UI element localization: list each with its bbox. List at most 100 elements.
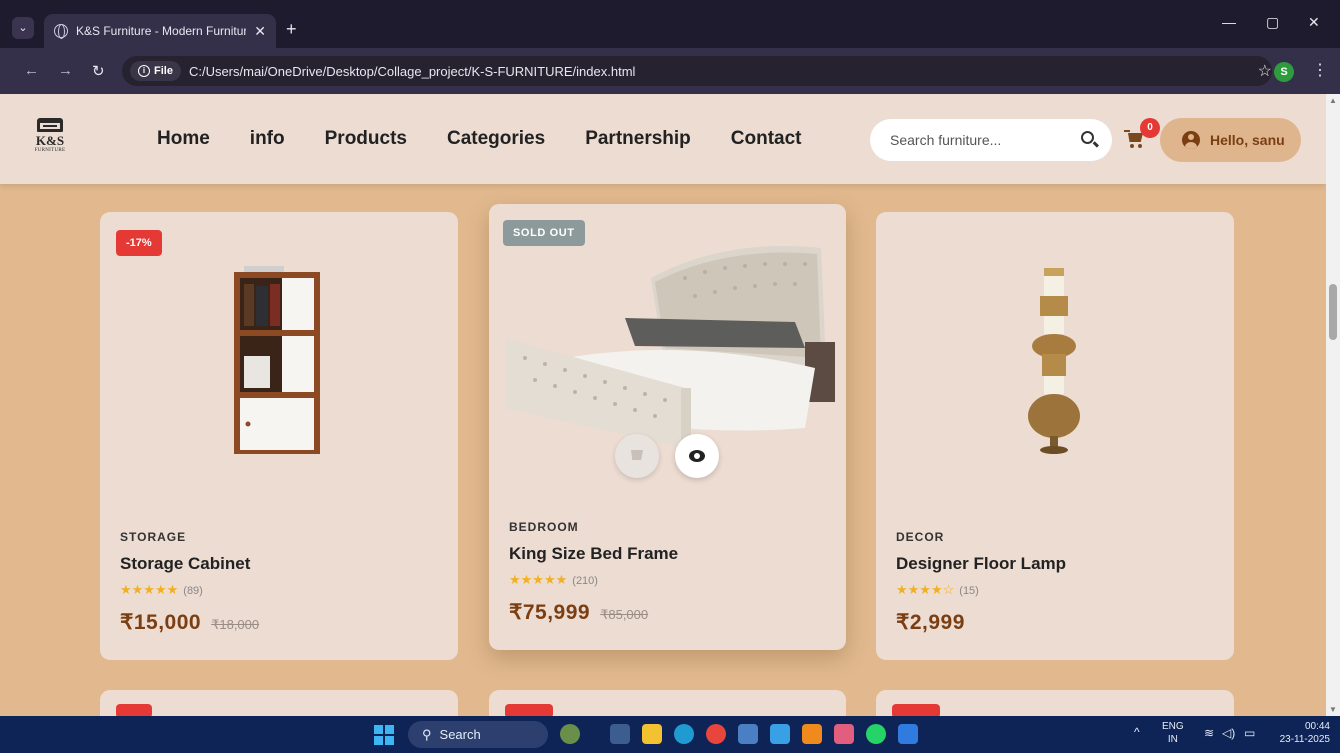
- discount-badge: -17%: [116, 230, 162, 256]
- file-explorer-icon[interactable]: [642, 724, 662, 744]
- forward-arrow-icon[interactable]: →: [58, 62, 73, 79]
- price-row: ₹2,999: [896, 610, 965, 635]
- product-name[interactable]: King Size Bed Frame: [509, 544, 678, 564]
- taskbar-search[interactable]: ⚲ Search: [408, 721, 548, 748]
- product-card-designer-floor-lamp[interactable]: DECOR Designer Floor Lamp ★★★★☆ (15) ₹2,9…: [876, 212, 1234, 660]
- search-icon: ⚲: [422, 726, 432, 742]
- quick-view-button[interactable]: [675, 434, 719, 478]
- user-greeting: Hello, sanu: [1210, 132, 1285, 148]
- user-account-button[interactable]: Hello, sanu: [1160, 118, 1301, 162]
- search-input[interactable]: [890, 132, 1070, 148]
- back-arrow-icon[interactable]: ←: [24, 62, 39, 79]
- review-count: (15): [959, 585, 979, 597]
- profile-avatar[interactable]: S: [1274, 62, 1294, 82]
- current-price: ₹2,999: [896, 611, 965, 634]
- app-icon[interactable]: [738, 724, 758, 744]
- discount-badge: [892, 704, 940, 716]
- globe-icon: [54, 24, 68, 39]
- storage-cabinet-image: [234, 266, 320, 454]
- product-name[interactable]: Storage Cabinet: [120, 554, 250, 574]
- wifi-icon[interactable]: ≋: [1204, 727, 1214, 740]
- price-row: ₹75,999 ₹85,000: [509, 600, 648, 625]
- bookmark-star-icon[interactable]: ☆: [1258, 61, 1272, 81]
- current-price: ₹75,999: [509, 601, 591, 624]
- tab-search-dropdown-button[interactable]: ⌄: [12, 17, 34, 39]
- review-count: (89): [183, 585, 203, 597]
- taskbar-search-label: Search: [439, 727, 481, 742]
- battery-icon[interactable]: ▭: [1244, 727, 1255, 740]
- date-text: 23-11-2025: [1279, 734, 1330, 745]
- search-icon[interactable]: [1081, 131, 1094, 144]
- product-card-next-row[interactable]: [489, 690, 846, 716]
- review-count: (210): [572, 575, 598, 587]
- add-to-cart-button[interactable]: [615, 434, 659, 478]
- nav-info[interactable]: info: [250, 128, 285, 150]
- whatsapp-icon[interactable]: [866, 724, 886, 744]
- scroll-down-arrow-icon[interactable]: ▼: [1329, 705, 1337, 714]
- region-code: IN: [1167, 734, 1178, 745]
- app-icon[interactable]: [834, 724, 854, 744]
- close-window-button[interactable]: ✕: [1308, 14, 1320, 31]
- terminal-icon[interactable]: [610, 724, 630, 744]
- site-info-chip[interactable]: i File: [130, 61, 181, 81]
- edge-icon[interactable]: [674, 724, 694, 744]
- product-card-storage-cabinet[interactable]: -17% STORAGE Storage Cabinet ★★★★★ (89) ₹…: [100, 212, 458, 660]
- page-scrollbar[interactable]: ▲ ▼: [1326, 94, 1340, 716]
- reload-icon[interactable]: ↻: [92, 62, 105, 80]
- scroll-up-arrow-icon[interactable]: ▲: [1329, 96, 1337, 105]
- nav-contact[interactable]: Contact: [731, 128, 802, 150]
- cart-icon: [631, 450, 643, 460]
- product-category: DECOR: [896, 530, 945, 544]
- url-text[interactable]: C:/Users/mai/OneDrive/Desktop/Collage_pr…: [189, 64, 635, 79]
- star-icons: ★★★★★: [509, 572, 568, 587]
- discount-badge: [116, 704, 152, 716]
- rating-stars: ★★★★★ (89): [120, 582, 203, 598]
- minimize-button[interactable]: —: [1222, 14, 1236, 30]
- eye-icon: [689, 450, 705, 462]
- scrollbar-thumb[interactable]: [1329, 284, 1337, 340]
- site-logo[interactable]: K&S FURNITURE: [30, 118, 70, 153]
- nav-products[interactable]: Products: [325, 128, 407, 150]
- product-card-next-row[interactable]: [876, 690, 1234, 716]
- tab-close-button[interactable]: ✕: [254, 23, 266, 40]
- cart-count-badge: 0: [1140, 118, 1160, 138]
- main-nav: Home info Products Categories Partnershi…: [157, 128, 802, 150]
- logo-subtext: FURNITURE: [34, 148, 66, 153]
- browser-tabbar: ⌄ K&S Furniture - Modern Furniture ✕ + —…: [0, 0, 1340, 48]
- nav-partnership[interactable]: Partnership: [585, 128, 691, 150]
- product-name[interactable]: Designer Floor Lamp: [896, 554, 1066, 574]
- restore-button[interactable]: ▢: [1266, 14, 1279, 31]
- product-card-next-row[interactable]: [100, 690, 458, 716]
- current-price: ₹15,000: [120, 611, 202, 634]
- file-chip-label: File: [154, 65, 173, 77]
- widgets-icon[interactable]: [560, 724, 580, 744]
- original-price: ₹85,000: [600, 607, 649, 622]
- rating-stars: ★★★★☆ (15): [896, 582, 979, 598]
- chrome-icon[interactable]: [706, 724, 726, 744]
- sofa-icon: [37, 118, 63, 132]
- windows-start-icon[interactable]: [374, 725, 394, 745]
- language-indicator[interactable]: ENG IN: [1162, 720, 1184, 746]
- volume-icon[interactable]: ◁): [1222, 727, 1235, 740]
- new-tab-button[interactable]: +: [286, 18, 297, 40]
- price-row: ₹15,000 ₹18,000: [120, 610, 259, 635]
- floor-lamp-image: [1028, 268, 1080, 454]
- address-bar[interactable]: i File C:/Users/mai/OneDrive/Desktop/Col…: [122, 56, 1272, 86]
- bed-frame-image: [505, 246, 835, 458]
- product-category: STORAGE: [120, 530, 187, 544]
- browser-menu-icon[interactable]: ⋮: [1312, 60, 1328, 80]
- browser-tab-active[interactable]: K&S Furniture - Modern Furniture ✕: [44, 14, 276, 48]
- nav-home[interactable]: Home: [157, 128, 210, 150]
- windows-taskbar: ⚲ Search ^ ENG IN ≋ ◁) ▭ 00:44 23-11-202…: [0, 716, 1340, 753]
- vlc-icon[interactable]: [802, 724, 822, 744]
- nav-categories[interactable]: Categories: [447, 128, 545, 150]
- app-icon[interactable]: [898, 724, 918, 744]
- star-icons: ★★★★★: [120, 582, 179, 597]
- original-price: ₹18,000: [211, 617, 260, 632]
- notepad-icon[interactable]: [770, 724, 790, 744]
- tab-title: K&S Furniture - Modern Furniture: [76, 24, 246, 38]
- product-category: BEDROOM: [509, 520, 579, 534]
- product-card-king-size-bed[interactable]: SOLD OUT BEDROOM King Size Bed Frame ★★★…: [489, 204, 846, 650]
- clock[interactable]: 00:44 23-11-2025: [1266, 720, 1330, 746]
- chevron-up-icon[interactable]: ^: [1134, 726, 1140, 739]
